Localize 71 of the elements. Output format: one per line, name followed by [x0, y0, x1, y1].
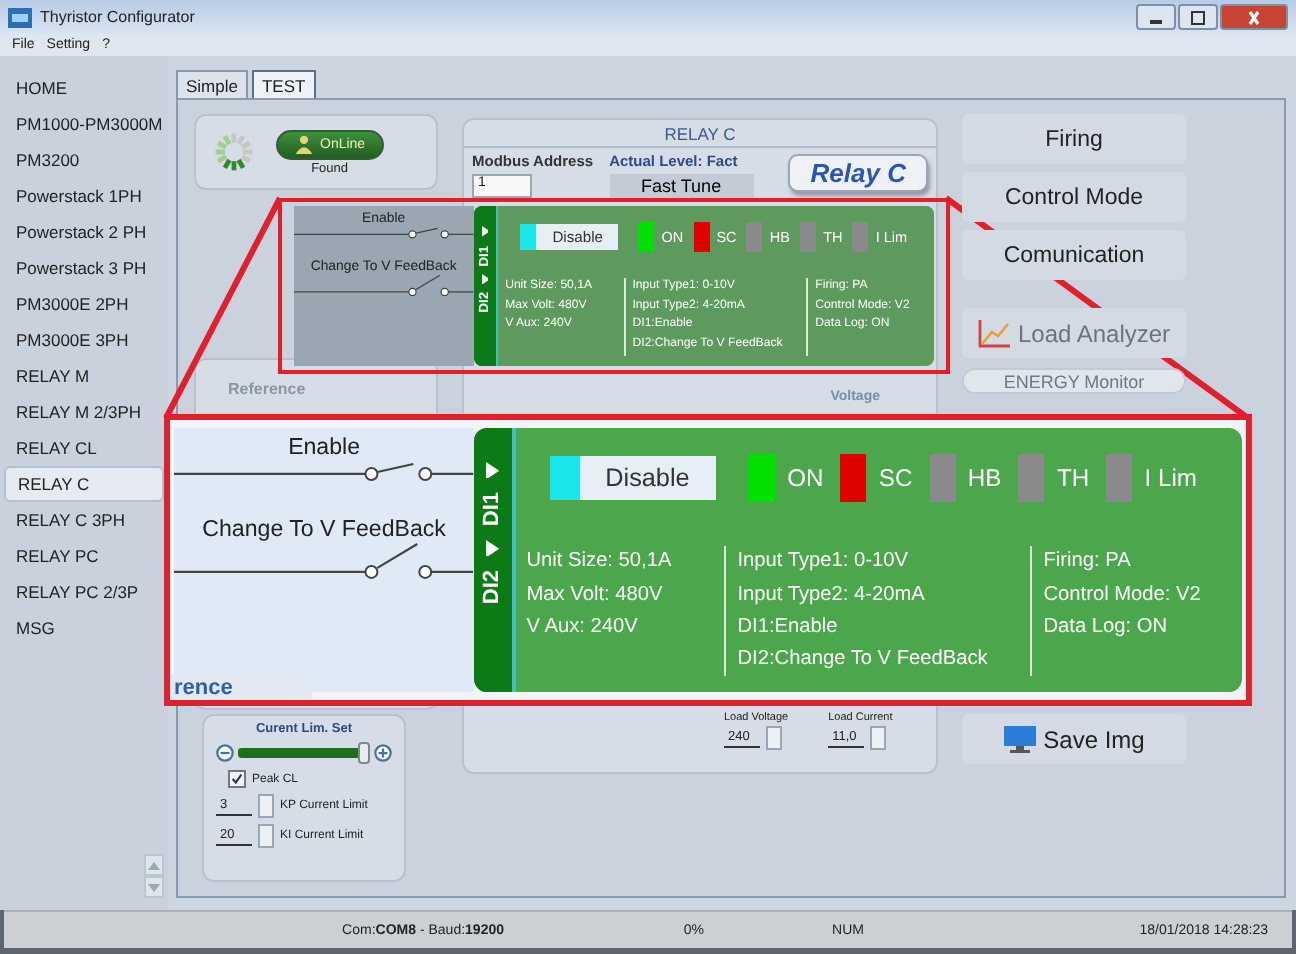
- down-arrow-icon: [146, 881, 162, 893]
- play-icon[interactable]: [485, 461, 500, 479]
- info-text: DI1:Enable: [737, 613, 840, 642]
- maximize-button[interactable]: [1178, 4, 1218, 30]
- sidebar-item[interactable]: PM3000E 3PH: [4, 322, 164, 358]
- close-button[interactable]: [1220, 4, 1288, 30]
- tab[interactable]: TEST: [251, 70, 316, 98]
- sidebar-item[interactable]: RELAY CL: [4, 430, 164, 466]
- sidebar-item[interactable]: HOME: [4, 70, 164, 106]
- plus-icon: [374, 744, 392, 762]
- info-text: Data Log: ON: [1043, 613, 1170, 642]
- checkbox[interactable]: [228, 770, 246, 788]
- input-label: Change To V FeedBack: [200, 517, 448, 542]
- person-icon: [294, 134, 314, 154]
- info-text: Input Type2: 4-20mA: [737, 581, 927, 610]
- info-text: Unit Size: 50,1A: [526, 548, 674, 577]
- card-title: Reference: [228, 380, 306, 398]
- monitor-icon: [1003, 725, 1036, 753]
- minimize-button[interactable]: [1136, 4, 1176, 30]
- sidebar-item[interactable]: RELAY M 2/3PH: [4, 394, 164, 430]
- sidebar-item[interactable]: RELAY PC 2/3P: [4, 574, 164, 610]
- indicator-label: ON: [787, 464, 824, 493]
- maximize-icon: [1188, 9, 1208, 25]
- loading-spinner-icon: [212, 130, 256, 174]
- fast-tune-button[interactable]: Fast Tune: [609, 174, 754, 198]
- input-name: DI2: [480, 570, 505, 605]
- decrease-button[interactable]: [216, 744, 234, 762]
- current-limit-slider[interactable]: [238, 742, 370, 764]
- sidebar-item[interactable]: RELAY PC: [4, 538, 164, 574]
- action-button[interactable]: Control Mode: [962, 172, 1186, 222]
- sidebar-item[interactable]: RELAY C: [4, 466, 164, 502]
- minus-icon: [216, 744, 234, 762]
- input-label: Enable: [286, 436, 363, 461]
- indicator-label: SC: [878, 464, 913, 493]
- info-text: Max Volt: 480V: [526, 581, 665, 610]
- sidebar-item[interactable]: Powerstack 1PH: [4, 178, 164, 214]
- indicator-label: I Lim: [1144, 464, 1197, 493]
- save-image-button[interactable]: Save Img: [962, 714, 1186, 764]
- info-text: DI2:Change To V FeedBack: [737, 645, 990, 674]
- input-name: DI1: [480, 491, 505, 527]
- sidebar-item[interactable]: Powerstack 2 PH: [4, 214, 164, 250]
- play-icon[interactable]: [485, 539, 500, 557]
- disable-button[interactable]: Disable: [550, 456, 716, 501]
- play-icon[interactable]: [481, 273, 489, 284]
- sidebar-item[interactable]: PM1000-PM3000M: [4, 106, 164, 142]
- app-icon: [8, 7, 32, 27]
- relay-logo: Relay C: [788, 154, 928, 192]
- tab[interactable]: Simple: [176, 70, 248, 98]
- energy-monitor-button[interactable]: ENERGY Monitor: [962, 368, 1186, 394]
- sidebar-item[interactable]: PM3200: [4, 142, 164, 178]
- sidebar-item[interactable]: PM3000E 2PH: [4, 286, 164, 322]
- action-button[interactable]: Comunication: [962, 230, 1186, 280]
- info-text: Control Mode: V2: [1043, 581, 1203, 610]
- up-arrow-icon: [146, 859, 162, 871]
- chart-icon: [977, 319, 1010, 347]
- indicator-label: TH: [1056, 464, 1090, 493]
- play-icon[interactable]: [481, 226, 489, 238]
- increase-button[interactable]: [374, 744, 392, 762]
- sidebar-item[interactable]: MSG: [4, 610, 164, 646]
- action-button[interactable]: Firing: [962, 114, 1186, 164]
- close-icon: [1244, 9, 1264, 25]
- sidebar-item[interactable]: RELAY C 3PH: [4, 502, 164, 538]
- sidebar-item[interactable]: Powerstack 3 PH: [4, 250, 164, 286]
- window-title: Thyristor Configurator: [40, 8, 197, 26]
- indicator-label: HB: [967, 464, 1002, 493]
- card-title: rence: [170, 674, 313, 700]
- info-text: Input Type1: 0-10V: [737, 548, 910, 577]
- info-text: Firing: PA: [1043, 548, 1133, 577]
- info-text: V Aux: 240V: [526, 613, 640, 642]
- card-title: RELAY C: [464, 120, 936, 148]
- sidebar-item[interactable]: RELAY M: [4, 358, 164, 394]
